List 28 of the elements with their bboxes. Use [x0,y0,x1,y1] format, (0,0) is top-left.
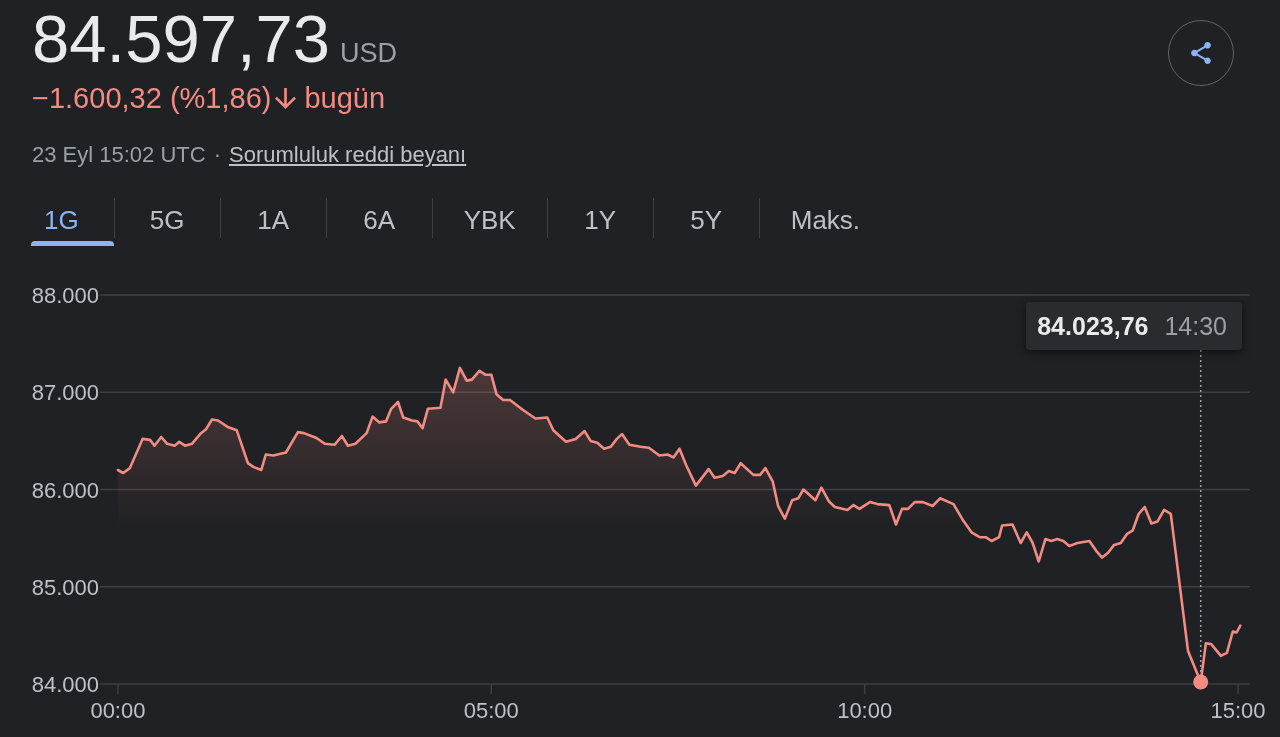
x-axis-label: 05:00 [463,698,519,723]
range-tab[interactable]: 5G [114,198,220,246]
range-tab[interactable]: 1Y [547,198,653,246]
range-tab[interactable]: 1A [220,198,326,246]
currency-label: USD [340,40,398,67]
share-icon [1191,42,1211,64]
y-axis-label: 88.000 [31,283,99,308]
price-value: 84.597,73 [32,5,331,72]
hover-point-marker [1193,674,1209,690]
timestamp: 23 Eyl 15:02 UTC [32,144,206,166]
x-axis-label: 15:00 [1210,698,1266,723]
range-tab[interactable]: 5Y [653,198,759,246]
range-tab[interactable]: YBK [432,198,547,246]
range-tab[interactable]: 6A [326,198,432,246]
disclaimer-link[interactable]: Sorumluluk reddi beyanı [228,144,467,166]
range-tab[interactable]: Maks. [759,198,892,246]
tooltip-time: 14:30 [1164,313,1227,339]
change-period: bugün [304,84,386,113]
tooltip-value: 84.023,76 [1037,313,1149,339]
price-change: −1.600,32 (%1,86) [32,84,272,113]
x-axis-label: 00:00 [90,698,146,723]
y-axis-label: 87.000 [31,380,99,406]
dot-separator: · [213,144,221,166]
y-axis-label: 86.000 [31,477,99,503]
x-axis-label: 10:00 [837,698,893,723]
range-tab[interactable]: 1G [31,198,114,246]
y-axis-label: 85.000 [31,574,99,600]
y-axis-label: 84.000 [31,672,99,697]
